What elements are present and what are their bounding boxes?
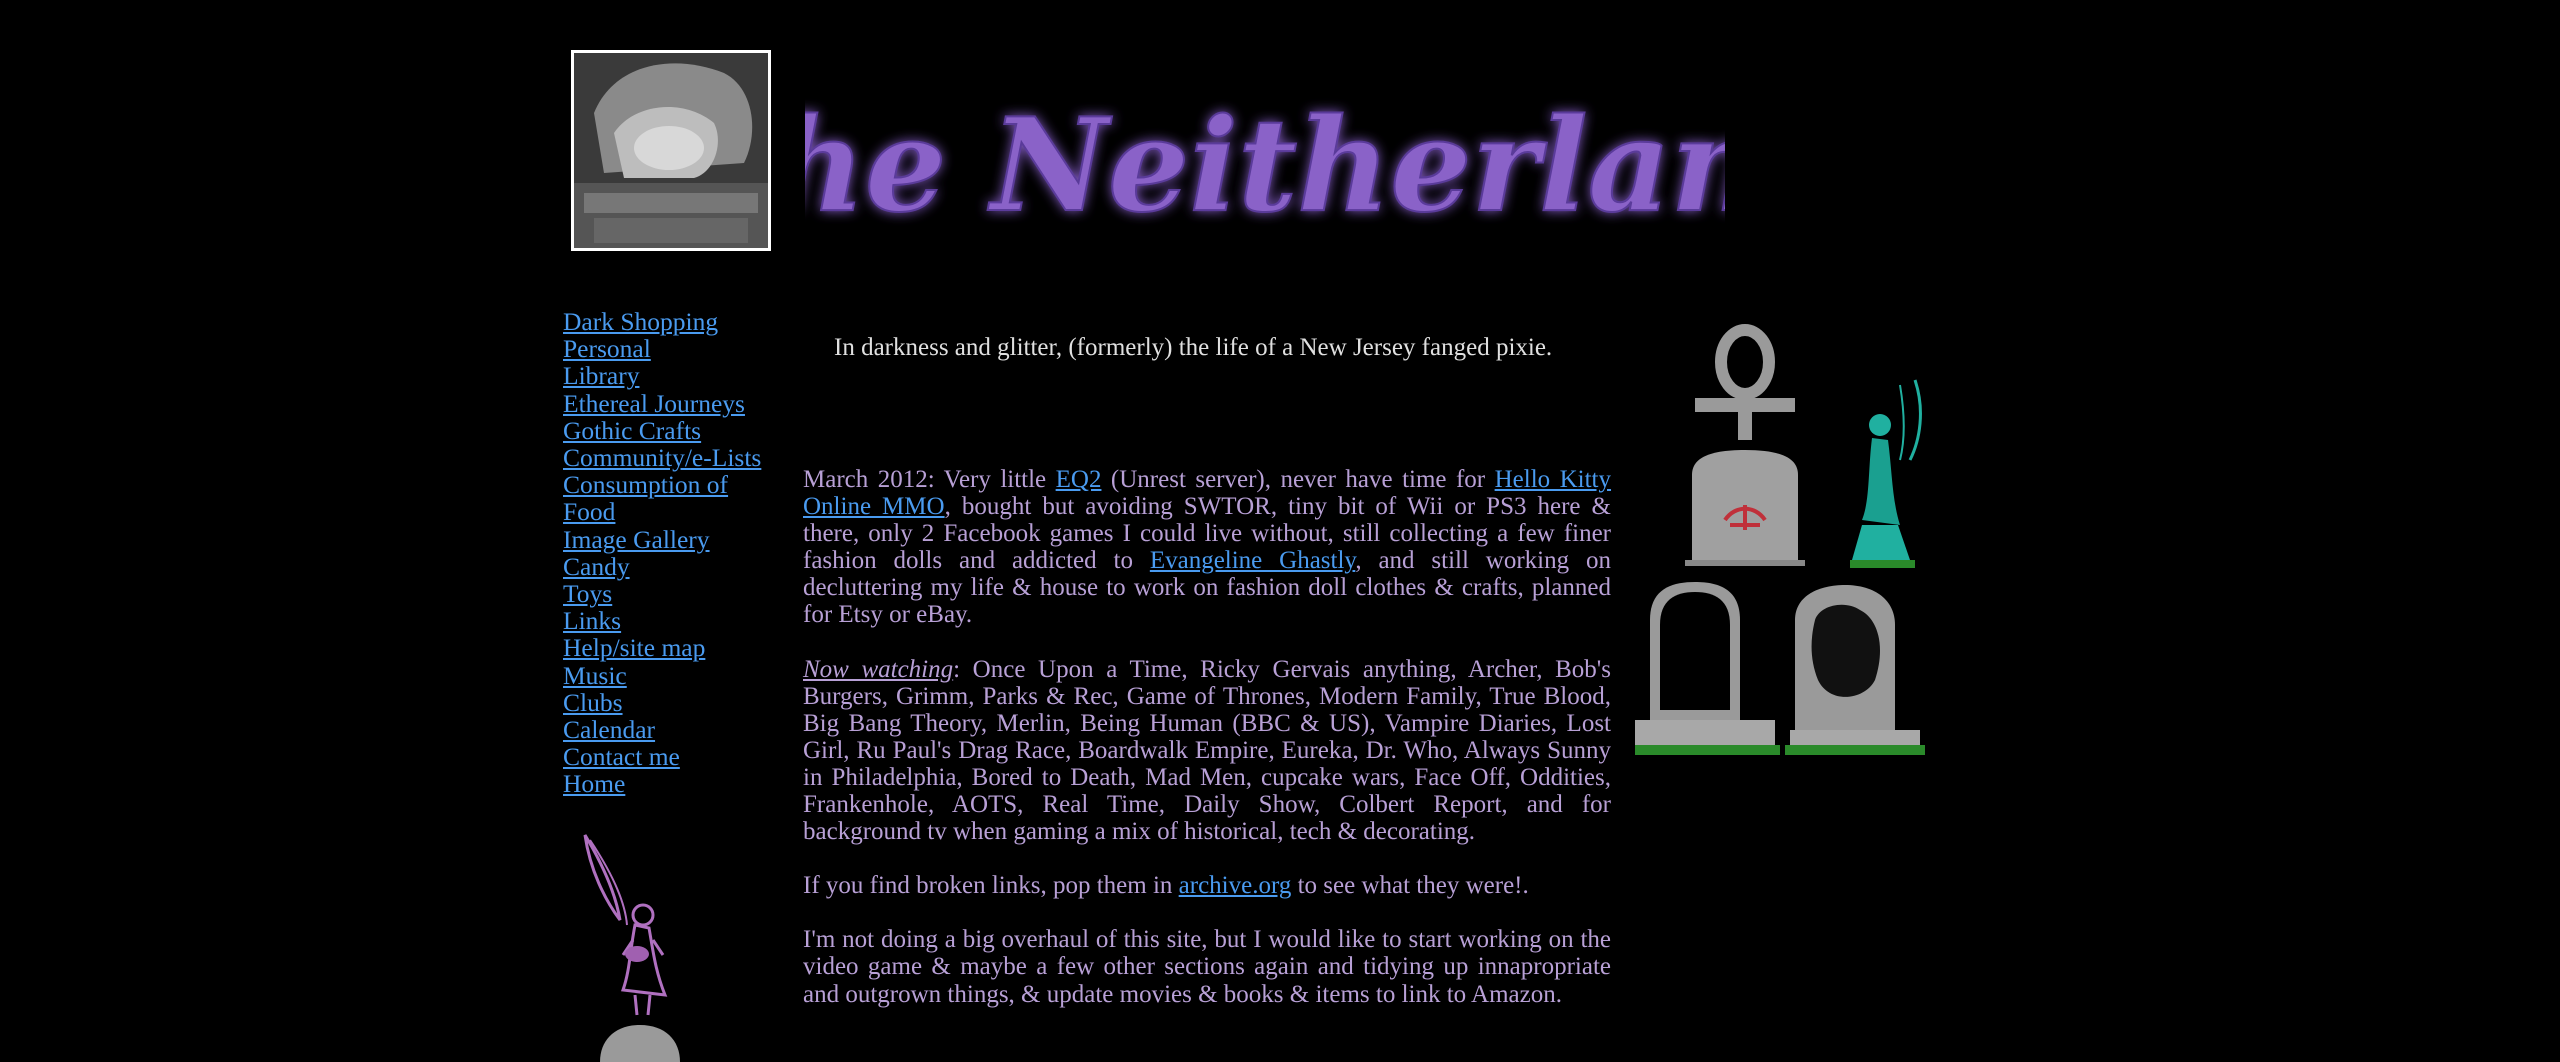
nav-link-toys[interactable]: Toys — [563, 580, 783, 607]
broken-links-text-1: If you find broken links, pop them in — [803, 872, 1179, 900]
main-navigation: Dark Shopping Personal Library Ethereal … — [563, 308, 783, 798]
nav-link-candy[interactable]: Candy — [563, 553, 783, 580]
pink-fairy-image — [583, 834, 680, 1062]
graveyard-image — [1635, 324, 1925, 755]
eq2-link[interactable]: EQ2 — [1056, 466, 1102, 493]
nav-link-consumption-of[interactable]: Consumption of — [563, 471, 783, 498]
site-title-banner: The Neitherland — [805, 90, 1725, 242]
update-paragraph: March 2012: Very little EQ2 (Unrest serv… — [803, 466, 1611, 629]
now-watching-paragraph: Now watching: Once Upon a Time, Ricky Ge… — [803, 656, 1611, 846]
nav-link-contact-me[interactable]: Contact me — [563, 743, 783, 770]
black-tombstone-image — [1635, 582, 1780, 755]
nav-link-gothic-crafts[interactable]: Gothic Crafts — [563, 417, 783, 444]
nav-link-help-site-map[interactable]: Help/site map — [563, 634, 783, 661]
nav-link-music[interactable]: Music — [563, 661, 783, 689]
nav-link-library[interactable]: Library — [563, 362, 783, 389]
angel-statue-image — [571, 50, 771, 251]
evangeline-ghastly-link[interactable]: Evangeline Ghastly — [1150, 547, 1355, 574]
update-text-1: March 2012: Very little — [803, 466, 1056, 493]
broken-links-paragraph: If you find broken links, pop them in ar… — [803, 872, 1611, 899]
now-watching-label: Now watching — [803, 655, 954, 683]
overhaul-paragraph: I'm not doing a big overhaul of this sit… — [803, 926, 1611, 1008]
site-title: The Neitherland — [805, 91, 1725, 241]
nav-link-calendar[interactable]: Calendar — [563, 716, 783, 743]
nav-link-food[interactable]: Food — [563, 498, 783, 525]
ankh-tombstone-image — [1685, 324, 1805, 566]
nav-link-dark-shopping[interactable]: Dark Shopping — [563, 308, 783, 335]
gray-tombstone-image — [1785, 585, 1925, 755]
update-text-2: (Unrest server), never have time for — [1101, 466, 1495, 493]
nav-link-home[interactable]: Home — [563, 770, 783, 797]
broken-links-text-2: to see what they were!. — [1291, 872, 1529, 900]
nav-link-links[interactable]: Links — [563, 607, 783, 634]
nav-link-image-gallery[interactable]: Image Gallery — [563, 525, 783, 553]
nav-link-community[interactable]: Community/e-Lists — [563, 444, 783, 471]
nav-link-ethereal-journeys[interactable]: Ethereal Journeys — [563, 389, 783, 417]
nav-link-clubs[interactable]: Clubs — [563, 689, 783, 716]
site-tagline: In darkness and glitter, (formerly) the … — [834, 334, 1553, 361]
archive-org-link[interactable]: archive.org — [1179, 872, 1292, 899]
now-watching-text: : Once Upon a Time, Ricky Gervais anythi… — [803, 655, 1611, 846]
teal-fairy-image — [1850, 379, 1922, 568]
main-content: March 2012: Very little EQ2 (Unrest serv… — [803, 466, 1611, 1035]
nav-link-personal[interactable]: Personal — [563, 335, 783, 362]
